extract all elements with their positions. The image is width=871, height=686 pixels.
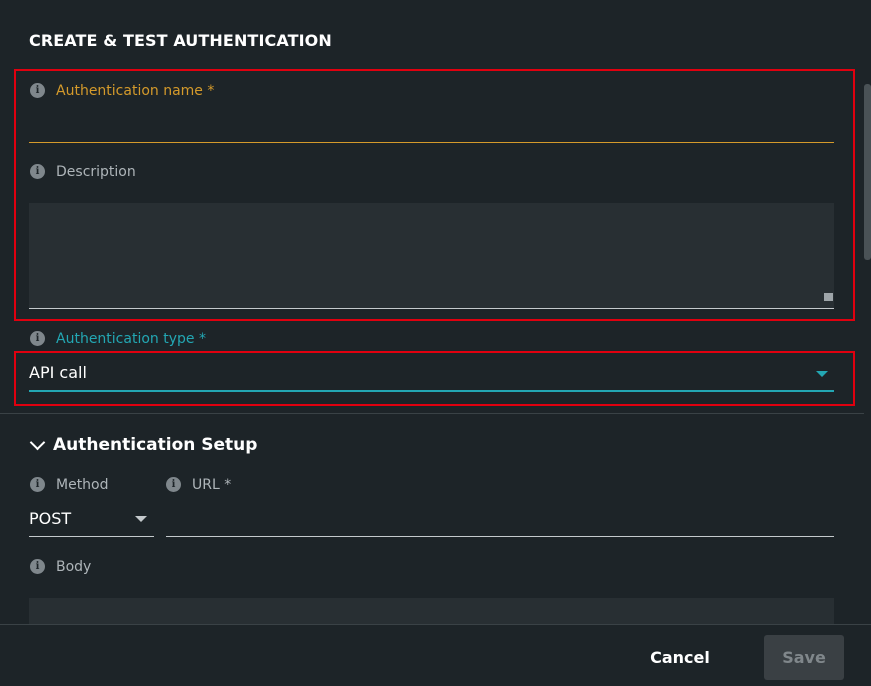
scrollbar-thumb[interactable]: [864, 84, 871, 260]
create-auth-dialog: CREATE & TEST AUTHENTICATION i Authentic…: [0, 0, 871, 686]
info-icon[interactable]: i: [30, 559, 45, 574]
info-icon[interactable]: i: [166, 477, 181, 492]
save-button[interactable]: Save: [764, 635, 844, 680]
highlight-name-description: [14, 69, 855, 321]
chevron-down-icon: [29, 434, 46, 450]
auth-setup-title: Authentication Setup: [53, 435, 258, 455]
body-editor[interactable]: [29, 598, 834, 624]
info-icon[interactable]: i: [30, 477, 45, 492]
method-value: POST: [29, 509, 72, 528]
section-divider: [0, 413, 864, 414]
auth-setup-toggle[interactable]: Authentication Setup: [29, 433, 257, 457]
dialog-footer: [0, 624, 871, 686]
auth-type-label: Authentication type *: [56, 331, 206, 347]
body-label: Body: [56, 559, 92, 575]
info-icon[interactable]: i: [30, 331, 45, 346]
method-label: Method: [56, 477, 109, 493]
url-label: URL *: [192, 477, 232, 493]
method-select[interactable]: POST: [29, 505, 154, 537]
dialog-title: CREATE & TEST AUTHENTICATION: [29, 31, 332, 50]
caret-down-icon: [135, 516, 147, 522]
highlight-auth-type: [14, 351, 855, 406]
url-input[interactable]: [166, 512, 834, 537]
cancel-button[interactable]: Cancel: [640, 636, 720, 678]
